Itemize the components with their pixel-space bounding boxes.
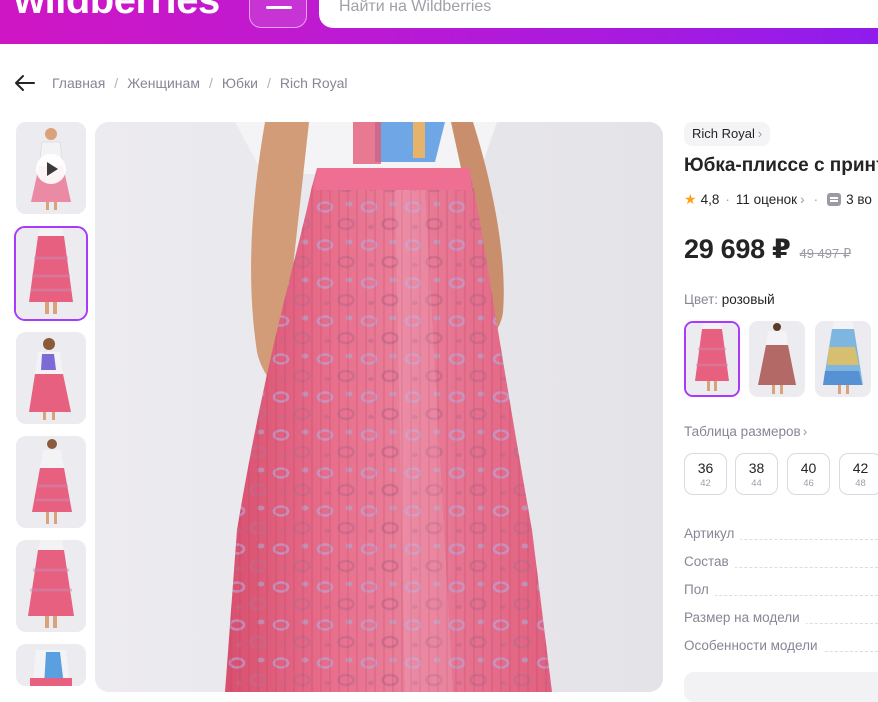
search-input[interactable] bbox=[339, 0, 739, 16]
spec-row: Особенности модели bbox=[684, 638, 878, 666]
chevron-right-icon: › bbox=[757, 126, 763, 141]
spec-label: Размер на модели bbox=[684, 610, 806, 625]
spec-label: Артикул bbox=[684, 526, 741, 541]
size-eu: 44 bbox=[751, 478, 762, 489]
spec-label: Особенности модели bbox=[684, 638, 824, 653]
star-icon: ★ bbox=[684, 191, 697, 207]
site-header: wildberries bbox=[0, 0, 878, 44]
rating-row: ★ 4,8 · 11 оценок › · 3 во bbox=[684, 191, 872, 208]
spec-row: Артикул bbox=[684, 526, 878, 554]
spec-label: Состав bbox=[684, 554, 735, 569]
menu-button[interactable] bbox=[249, 0, 307, 28]
size-option[interactable]: 40 46 bbox=[787, 453, 830, 495]
menu-icon bbox=[266, 6, 292, 9]
color-swatch-pink[interactable] bbox=[684, 321, 740, 397]
search-bar[interactable] bbox=[319, 0, 878, 28]
color-value: розовый bbox=[721, 292, 775, 307]
breadcrumb-separator: / bbox=[266, 75, 271, 91]
separator-dot: · bbox=[813, 192, 819, 207]
back-arrow-icon[interactable] bbox=[14, 73, 36, 93]
chevron-right-icon: › bbox=[802, 424, 808, 439]
current-price: 29 698 ₽ bbox=[684, 234, 791, 264]
color-label-text: Цвет: bbox=[684, 292, 719, 307]
breadcrumb-item-women[interactable]: Женщинам bbox=[127, 75, 200, 91]
size-ru: 42 bbox=[852, 460, 869, 476]
color-label: Цвет: розовый bbox=[684, 292, 775, 307]
spec-row: Состав bbox=[684, 554, 878, 582]
wildberries-logo[interactable]: wildberries bbox=[14, 0, 220, 23]
play-icon bbox=[36, 154, 66, 184]
product-title: Юбка-плиссе с принт bbox=[684, 155, 878, 176]
reviews-link[interactable]: 11 оценок bbox=[736, 192, 797, 207]
breadcrumb-separator: / bbox=[114, 75, 119, 91]
size-option[interactable]: 38 44 bbox=[735, 453, 778, 495]
spec-row: Пол bbox=[684, 582, 878, 610]
main-product-photo[interactable] bbox=[95, 122, 663, 692]
thumbnail-4[interactable] bbox=[16, 436, 86, 528]
breadcrumb-item-brand[interactable]: Rich Royal bbox=[280, 75, 348, 91]
chevron-right-icon: › bbox=[800, 192, 805, 207]
thumbnail-2[interactable] bbox=[14, 226, 88, 321]
breadcrumb-item-skirts[interactable]: Юбки bbox=[222, 75, 258, 91]
size-eu: 48 bbox=[855, 478, 866, 489]
breadcrumb-separator: / bbox=[208, 75, 213, 91]
thumbnail-3[interactable] bbox=[16, 332, 86, 424]
brand-name: Rich Royal bbox=[692, 126, 755, 141]
thumbnail-5[interactable] bbox=[16, 540, 86, 632]
breadcrumb-item-home[interactable]: Главная bbox=[52, 75, 105, 91]
size-table-link[interactable]: Таблица размеров › bbox=[684, 424, 807, 439]
size-eu: 46 bbox=[803, 478, 814, 489]
size-ru: 36 bbox=[697, 460, 714, 476]
brand-link[interactable]: Rich Royal › bbox=[684, 122, 771, 146]
thumbnail-6[interactable] bbox=[16, 644, 86, 686]
questions-link[interactable]: 3 во bbox=[846, 192, 872, 207]
color-swatch-brown[interactable] bbox=[749, 321, 805, 397]
rating-value: 4,8 bbox=[700, 192, 720, 207]
size-table-label: Таблица размеров bbox=[684, 424, 801, 439]
questions-icon bbox=[827, 193, 842, 206]
size-option[interactable]: 42 48 bbox=[839, 453, 878, 495]
spec-row: Размер на модели bbox=[684, 610, 878, 638]
size-eu: 42 bbox=[700, 478, 711, 489]
size-ru: 40 bbox=[800, 460, 817, 476]
size-option[interactable]: 36 42 bbox=[684, 453, 727, 495]
color-swatch-multicolor[interactable] bbox=[815, 321, 871, 397]
size-ru: 38 bbox=[748, 460, 765, 476]
old-price: 49 497 ₽ bbox=[799, 246, 852, 261]
breadcrumb: Главная / Женщинам / Юбки / Rich Royal bbox=[52, 75, 348, 91]
product-specs: Артикул Состав Пол Размер на модели Особ… bbox=[684, 526, 878, 666]
separator-dot: · bbox=[725, 192, 730, 207]
spec-label: Пол bbox=[684, 582, 715, 597]
thumbnail-video[interactable] bbox=[16, 122, 86, 214]
characteristics-button[interactable] bbox=[684, 672, 878, 702]
price-block: 29 698 ₽ 49 497 ₽ bbox=[684, 234, 851, 265]
